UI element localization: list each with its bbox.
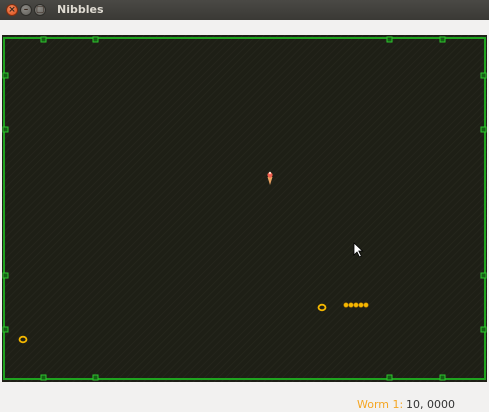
board-background <box>2 35 487 382</box>
wall-joint <box>480 126 487 133</box>
wall-joint <box>439 36 446 43</box>
title-bar: × – ▢ Nibbles <box>0 0 489 20</box>
wall-joint <box>480 326 487 333</box>
wall-joint <box>480 72 487 79</box>
worm <box>343 302 369 308</box>
wall-joint <box>40 36 47 43</box>
wall-joint <box>2 72 9 79</box>
status-bar: Worm 1: 10, 0000 <box>0 396 489 412</box>
window-title: Nibbles <box>57 3 104 16</box>
close-icon: × <box>8 5 16 15</box>
worm-segment <box>363 302 369 308</box>
worm-segment <box>353 302 359 308</box>
worm-segment <box>348 302 354 308</box>
wall-joint <box>2 272 9 279</box>
wall-joint <box>40 374 47 381</box>
minimize-icon: – <box>23 5 29 15</box>
maximize-icon: ▢ <box>35 5 45 15</box>
game-board[interactable] <box>2 35 487 382</box>
worm-segment <box>358 302 364 308</box>
wall-joint <box>2 326 9 333</box>
worm-segment <box>343 302 349 308</box>
wall-joint <box>92 374 99 381</box>
wall-joint <box>386 36 393 43</box>
wall-joint <box>92 36 99 43</box>
close-button[interactable]: × <box>6 4 18 16</box>
worm-1-label: Worm 1: <box>357 398 404 411</box>
nibbles-window: × – ▢ Nibbles Worm 1: 10, 0000 <box>0 0 489 412</box>
maximize-button[interactable]: ▢ <box>34 4 46 16</box>
worm-1-score: 10, 0000 <box>406 398 455 411</box>
wall-joint <box>386 374 393 381</box>
minimize-button[interactable]: – <box>20 4 32 16</box>
wall-joint <box>480 272 487 279</box>
wall-joint <box>439 374 446 381</box>
wall-joint <box>2 126 9 133</box>
